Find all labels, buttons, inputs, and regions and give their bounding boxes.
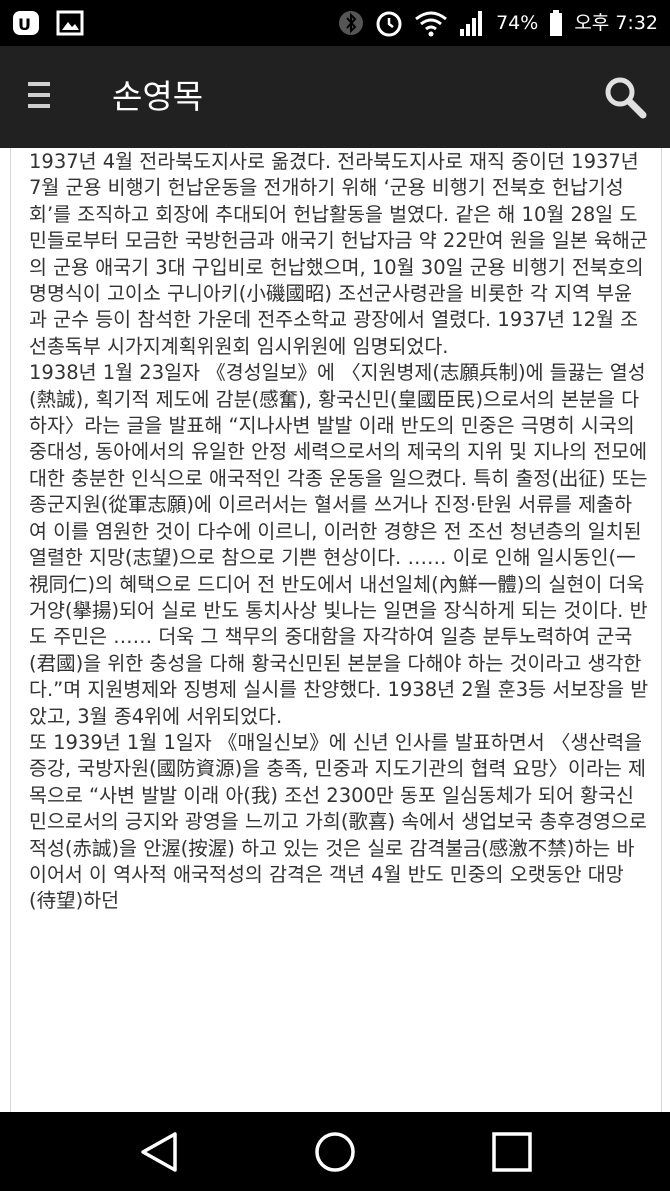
navigation-bar <box>0 1112 670 1191</box>
recent-apps-icon[interactable] <box>490 1130 534 1174</box>
battery-percent: 74% <box>496 12 539 34</box>
article-content[interactable]: 1937년 4월 전라북도지사로 옮겼다. 전라북도지사로 재직 중이던 193… <box>10 148 662 1112</box>
app-bar: 손영목 <box>0 46 670 148</box>
status-bar: U 74% 오후 7:32 <box>0 0 670 46</box>
back-icon[interactable] <box>137 1130 181 1174</box>
svg-text:U: U <box>18 15 31 34</box>
home-icon[interactable] <box>313 1130 357 1174</box>
battery-icon <box>550 10 563 36</box>
bluetooth-icon <box>339 11 364 35</box>
wifi-icon <box>415 11 448 37</box>
notification-icons: U <box>12 8 84 38</box>
article-paragraph: 또 1939년 1월 1일자 《매일신보》에 신년 인사를 발표하면서 〈생산력… <box>29 730 647 913</box>
system-status: 74% 오후 7:32 <box>338 8 658 38</box>
article-paragraph: 1937년 4월 전라북도지사로 옮겼다. 전라북도지사로 재직 중이던 193… <box>29 150 648 358</box>
alarm-icon <box>376 11 402 37</box>
signal-icon <box>460 11 483 36</box>
page-title: 손영목 <box>112 77 204 116</box>
menu-icon[interactable] <box>28 82 62 112</box>
image-notification-icon <box>56 10 84 36</box>
app-notification-icon: U <box>13 11 39 35</box>
article-paragraph: 1938년 1월 23일자 《경성일보》에 〈지원병제(志願兵制)에 들끓는 열… <box>29 361 649 728</box>
search-icon[interactable] <box>602 74 648 120</box>
clock: 오후 7:32 <box>574 12 658 34</box>
